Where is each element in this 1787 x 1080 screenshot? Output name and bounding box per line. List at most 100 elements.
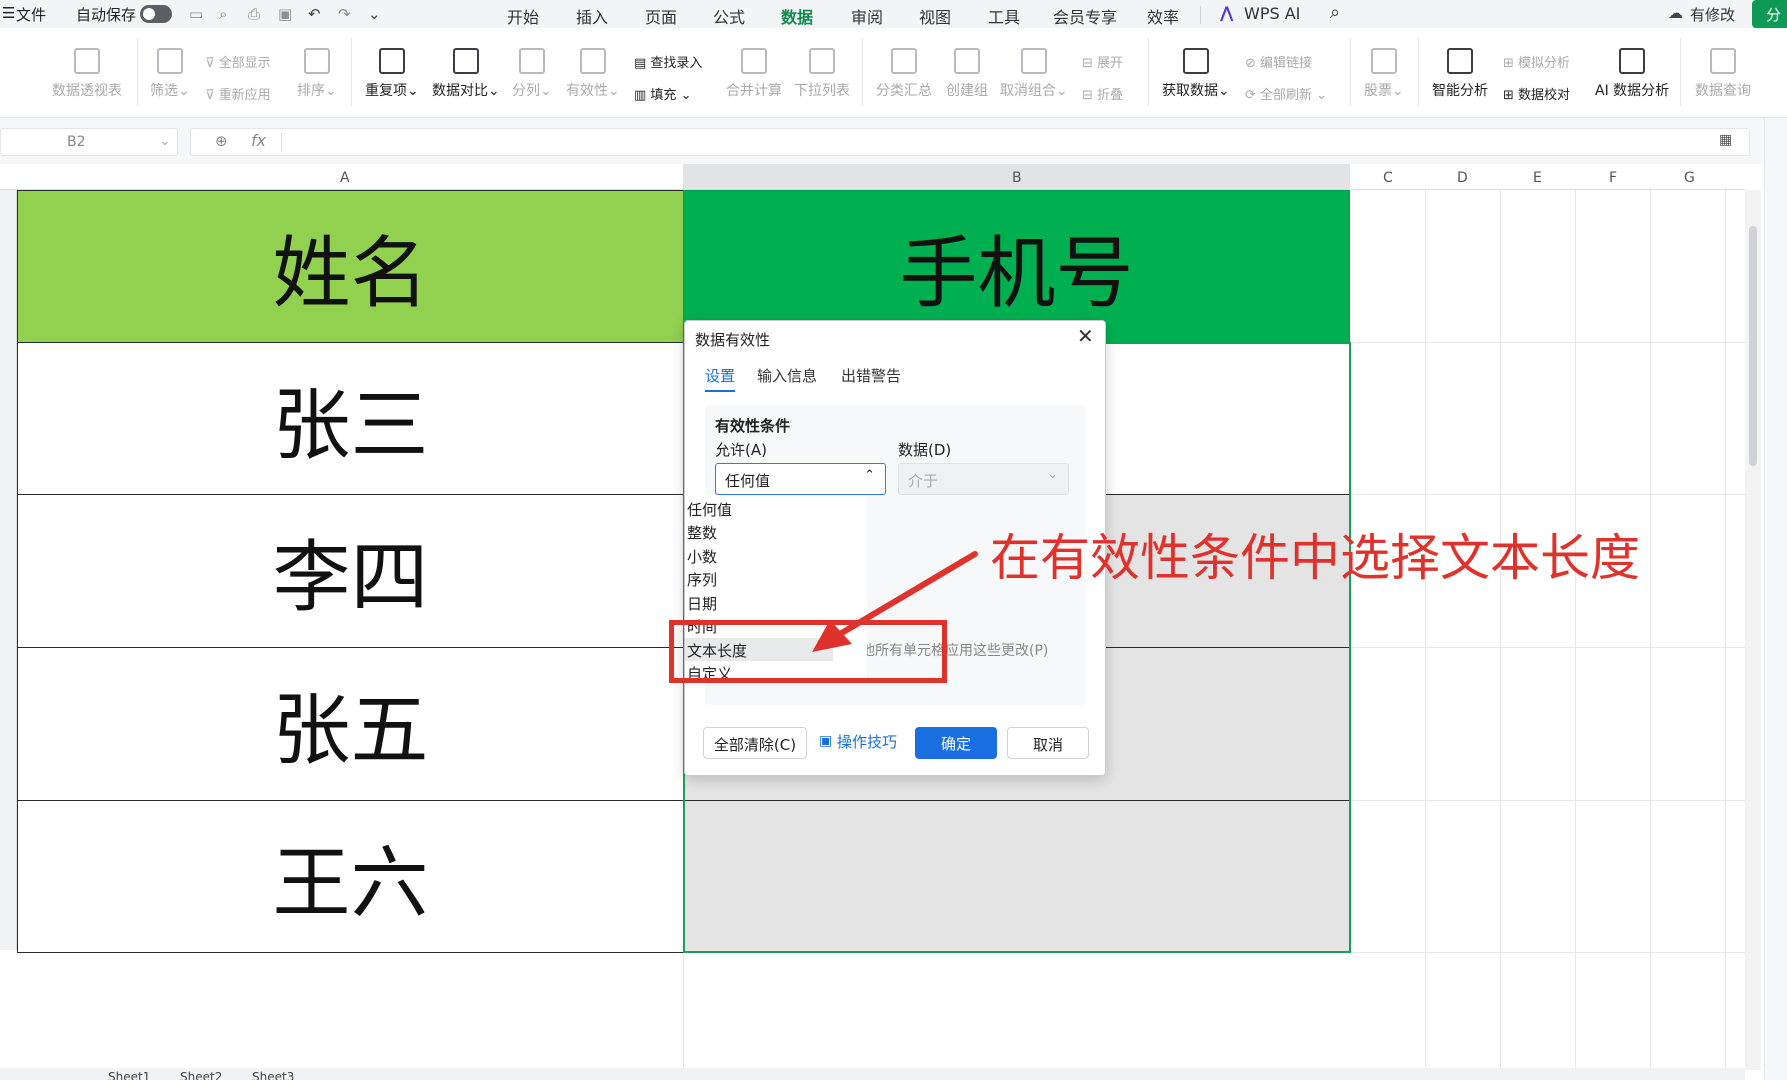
ungroup-icon: [1020, 48, 1047, 74]
tab-page[interactable]: 页面: [645, 4, 677, 28]
formula-input[interactable]: ⊕ fx ▦: [190, 128, 1750, 156]
file-menu[interactable]: 文件: [16, 4, 46, 25]
name-cell-text: 李四: [272, 533, 429, 623]
tab-data[interactable]: 数据: [781, 4, 814, 33]
sheet-tab[interactable]: Sheet2: [180, 1070, 222, 1080]
tab-error-alert[interactable]: 出错警告: [841, 365, 901, 386]
ai-analysis-button[interactable]: AI 数据分析: [1595, 48, 1669, 100]
sheet-tab[interactable]: Sheet3: [252, 1070, 294, 1080]
save-icon[interactable]: ▭: [189, 5, 203, 23]
tab-input-message[interactable]: 输入信息: [757, 365, 817, 386]
data-check-button[interactable]: ⊞ 数据校对: [1503, 84, 1570, 103]
column-header-f[interactable]: F: [1609, 170, 1617, 186]
ok-button[interactable]: 确定: [915, 727, 997, 759]
tab-review[interactable]: 审阅: [851, 4, 883, 28]
option-integer[interactable]: 整数: [651, 520, 821, 543]
sort-label: 排序: [297, 83, 325, 99]
cell-a1[interactable]: 姓名: [17, 190, 684, 343]
fill-button[interactable]: ▥ 填充 ⌄: [634, 84, 691, 103]
column-header-c[interactable]: C: [1383, 170, 1393, 186]
consolidate-button[interactable]: 合并计算: [726, 48, 782, 100]
split-button[interactable]: 分列⌄: [512, 48, 552, 100]
print-preview-icon[interactable]: ▣: [278, 5, 292, 23]
tab-view[interactable]: 视图: [919, 4, 951, 28]
stocks-button[interactable]: 股票⌄: [1364, 48, 1404, 100]
get-data-button[interactable]: 获取数据⌄: [1162, 48, 1230, 100]
cell-a2[interactable]: 张三: [17, 342, 684, 495]
reapply-button[interactable]: ⊽ 重新应用: [205, 84, 271, 103]
export-icon[interactable]: ⌕: [219, 5, 227, 23]
redo-icon[interactable]: ↷: [338, 5, 351, 23]
create-group-button[interactable]: 创建组: [946, 48, 988, 100]
ungroup-button[interactable]: 取消组合⌄: [1000, 48, 1068, 100]
vertical-scrollbar[interactable]: [1745, 190, 1761, 1070]
option-decimal[interactable]: 小数: [651, 544, 821, 567]
dialog-title: 数据有效性: [695, 331, 771, 349]
show-all-button[interactable]: ⊽ 全部显示: [205, 52, 271, 71]
group-icon: [954, 48, 980, 74]
ai-analysis-icon: [1619, 48, 1646, 74]
find-entry-button[interactable]: ▤ 查找录入: [634, 52, 702, 71]
undo-icon[interactable]: ↶: [308, 5, 321, 23]
option-any[interactable]: 任何值: [651, 497, 821, 520]
cell-a5[interactable]: 王六: [17, 800, 684, 953]
more-icon[interactable]: ⌄: [368, 5, 381, 23]
close-icon[interactable]: ✕: [1077, 324, 1094, 348]
tab-start[interactable]: 开始: [507, 4, 539, 28]
tips-link[interactable]: 操作技巧: [837, 731, 897, 752]
expand-button[interactable]: ⊟ 展开: [1082, 52, 1123, 71]
gridline: [1500, 190, 1501, 1080]
pivot-table-button[interactable]: 数据透视表: [52, 48, 122, 100]
share-button[interactable]: 分: [1752, 0, 1787, 28]
search-icon[interactable]: ⌕: [1330, 2, 1340, 23]
column-header-g[interactable]: G: [1684, 170, 1695, 186]
compare-button[interactable]: 数据对比⌄: [432, 48, 500, 100]
option-date[interactable]: 日期: [651, 591, 821, 614]
validity-button[interactable]: 有效性⌄: [566, 48, 620, 100]
cell-b5[interactable]: [683, 800, 1350, 953]
duplicates-button[interactable]: 重复项⌄: [365, 48, 419, 100]
column-header-b[interactable]: B: [1012, 170, 1022, 186]
tab-efficiency[interactable]: 效率: [1147, 4, 1179, 28]
subtotal-button[interactable]: 分类汇总: [876, 48, 932, 100]
clear-all-button[interactable]: 全部清除(C): [703, 727, 807, 759]
cell-a3[interactable]: 李四: [17, 494, 684, 648]
sort-button[interactable]: 排序⌄: [297, 48, 337, 100]
tab-settings[interactable]: 设置: [705, 365, 736, 392]
formula-expand-icon[interactable]: ▦: [1719, 132, 1732, 148]
wps-ai-button[interactable]: WPS AI: [1244, 4, 1300, 23]
ribbon-toolbar: 数据透视表 筛选⌄ ⊽ 全部显示 ⊽ 重新应用 排序⌄ 重复项⌄ 数据对比⌄ 分…: [0, 30, 1787, 118]
tab-formula[interactable]: 公式: [713, 4, 745, 28]
data-select[interactable]: 介于 ⌄: [898, 463, 1069, 495]
scrollbar-thumb[interactable]: [1749, 226, 1757, 466]
cell-ref: B2: [67, 134, 86, 150]
simulation-button[interactable]: ⊞ 模拟分析: [1503, 52, 1570, 71]
get-data-label: 获取数据: [1162, 83, 1218, 99]
has-changes-label[interactable]: 有修改: [1690, 4, 1735, 25]
smart-analysis-button[interactable]: 智能分析: [1432, 48, 1488, 100]
fx-icon[interactable]: fx: [251, 131, 266, 150]
data-query-button[interactable]: 数据查询: [1695, 48, 1751, 100]
column-header-e[interactable]: E: [1533, 170, 1542, 186]
subtotal-icon: [891, 48, 917, 74]
name-box[interactable]: B2 ⌄: [0, 128, 178, 156]
refresh-all-button[interactable]: ⟳ 全部刷新 ⌄: [1245, 84, 1327, 103]
print-icon[interactable]: ⎙: [248, 5, 260, 23]
edit-links-button[interactable]: ⊘ 编辑链接: [1245, 52, 1312, 71]
option-list[interactable]: 序列: [651, 567, 821, 590]
autosave-toggle[interactable]: [140, 5, 172, 23]
filter-button[interactable]: 筛选⌄: [150, 48, 190, 100]
menu-icon[interactable]: ☰: [2, 4, 15, 22]
zoom-icon[interactable]: ⊕: [215, 132, 228, 150]
cancel-button[interactable]: 取消: [1007, 727, 1089, 759]
sheet-tab[interactable]: Sheet1: [108, 1070, 150, 1080]
tab-insert[interactable]: 插入: [576, 4, 608, 28]
dropdown-list-button[interactable]: 下拉列表: [794, 48, 850, 100]
column-header-d[interactable]: D: [1457, 170, 1468, 186]
collapse-button[interactable]: ⊟ 折叠: [1082, 84, 1123, 103]
tab-member[interactable]: 会员专享: [1053, 4, 1117, 28]
column-header-a[interactable]: A: [340, 170, 350, 186]
allow-select[interactable]: 任何值 ⌃: [715, 463, 886, 495]
cell-a4[interactable]: 张五: [17, 647, 684, 801]
tab-tools[interactable]: 工具: [988, 4, 1020, 28]
